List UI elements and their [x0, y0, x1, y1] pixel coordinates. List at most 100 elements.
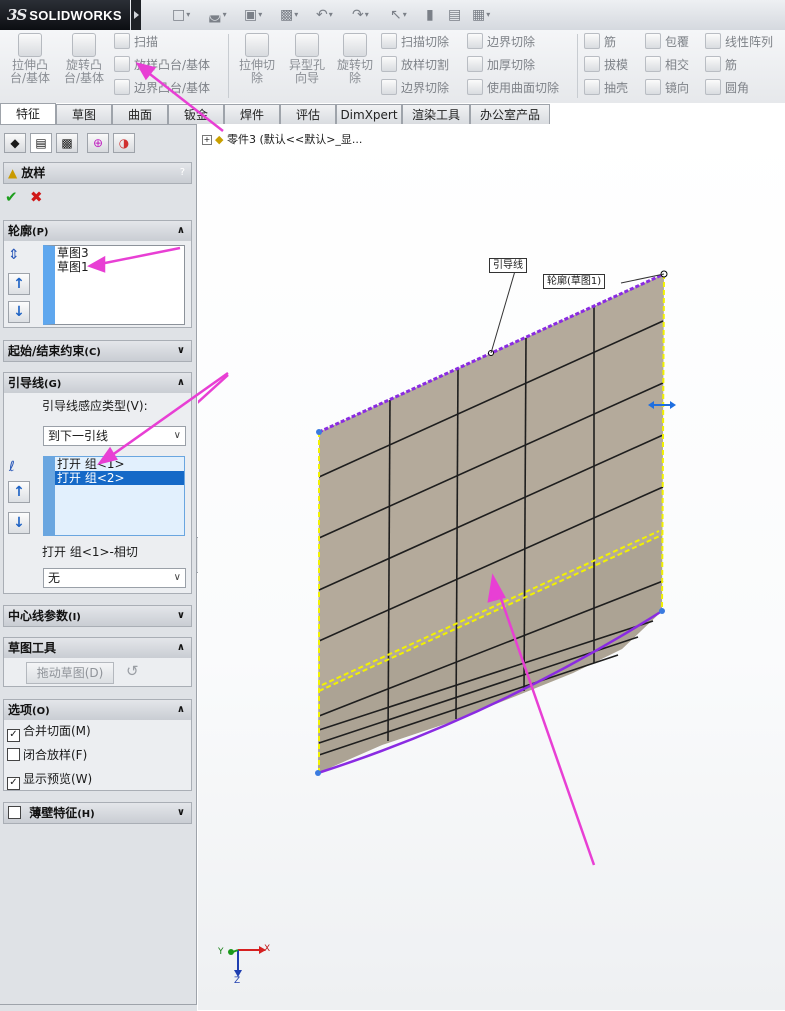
- collapse-icon[interactable]: ∧: [177, 373, 185, 393]
- tab-evaluate[interactable]: 评估: [280, 104, 336, 124]
- tab-office-products[interactable]: 办公室产品: [470, 104, 550, 124]
- move-down-button[interactable]: ↓: [8, 301, 30, 323]
- list-item[interactable]: 草图1: [55, 260, 184, 274]
- tab-render-tools[interactable]: 渲染工具: [402, 104, 470, 124]
- lofted-cut-button[interactable]: 放样切割: [381, 55, 449, 75]
- file-properties-icon[interactable]: ▤: [448, 5, 461, 25]
- rib-button-2[interactable]: 筋: [705, 55, 737, 75]
- print-icon[interactable]: ▩▾: [280, 5, 298, 25]
- hole-wizard-icon: [295, 33, 319, 57]
- save-icon[interactable]: ▣▾: [244, 5, 262, 25]
- move-down-button[interactable]: ↓: [8, 512, 30, 534]
- profile-callout[interactable]: 轮廓(草图1): [543, 274, 606, 289]
- tab-surfaces[interactable]: 曲面: [112, 104, 168, 124]
- list-item[interactable]: 草图3: [55, 246, 184, 260]
- swept-cut-button[interactable]: 扫描切除: [381, 32, 449, 52]
- merge-tangent-faces-checkbox[interactable]: ✓ 合并切面(M): [7, 722, 91, 742]
- revolved-cut-button[interactable]: 旋转切 除: [331, 33, 379, 85]
- thicken-cut-button[interactable]: 加厚切除: [467, 55, 535, 75]
- wrap-button[interactable]: 包覆: [645, 32, 689, 52]
- guide-influence-dropdown[interactable]: 到下一引线 ∨: [43, 426, 186, 446]
- surface-cut-button[interactable]: 使用曲面切除: [467, 78, 559, 98]
- rebuild-icon[interactable]: ▮: [426, 5, 434, 25]
- configuration-manager-tab-icon[interactable]: ▩: [56, 133, 78, 153]
- rib-button[interactable]: 筋: [584, 32, 616, 52]
- endpoint-marker[interactable]: [316, 429, 322, 435]
- boundary-boss-button[interactable]: 边界凸台/基体: [114, 78, 210, 98]
- revolved-boss-label: 旋转凸: [65, 58, 102, 72]
- display-manager-tab-icon[interactable]: ◑: [113, 133, 135, 153]
- start-end-header[interactable]: 起始/结束约束(C) ∨: [4, 341, 191, 361]
- collapse-icon[interactable]: ∧: [177, 638, 185, 658]
- thin-feature-header[interactable]: 薄壁特征(H) ∨: [4, 803, 191, 823]
- collapse-icon[interactable]: ∧: [177, 221, 185, 241]
- feature-manager-tab-icon[interactable]: ◆: [4, 133, 26, 153]
- move-up-button[interactable]: ↑: [8, 481, 30, 503]
- list-item[interactable]: 打开 组<1>: [55, 457, 184, 471]
- tab-sketch[interactable]: 草图: [56, 104, 112, 124]
- guides-list[interactable]: 打开 组<1> 打开 组<2>: [43, 456, 185, 536]
- property-manager-tab-icon[interactable]: ▤: [30, 133, 52, 153]
- centerline-header[interactable]: 中心线参数(I) ∨: [4, 606, 191, 626]
- shell-button[interactable]: 抽壳: [584, 78, 628, 98]
- endpoint-marker[interactable]: [659, 608, 665, 614]
- expand-icon[interactable]: ∨: [177, 803, 185, 823]
- draft-button[interactable]: 拔模: [584, 55, 628, 75]
- boundary-cut-button-2[interactable]: 边界切除: [467, 32, 535, 52]
- expand-icon[interactable]: ∨: [177, 341, 185, 361]
- boundary-cut-button[interactable]: 边界切除: [381, 78, 449, 98]
- loft-boss-label: 放样凸台/基体: [134, 58, 211, 72]
- options-header[interactable]: 选项(O) ∧: [4, 700, 191, 720]
- cancel-button[interactable]: ✖: [30, 188, 43, 206]
- sketch-tools-header[interactable]: 草图工具 ∧: [4, 638, 191, 658]
- solidworks-logo[interactable]: 3S SOLIDWORKS: [0, 0, 130, 30]
- ok-button[interactable]: ✔: [5, 188, 18, 206]
- new-file-icon[interactable]: □▾: [172, 5, 190, 25]
- checkbox-checked-icon: ✓: [7, 729, 20, 742]
- select-icon[interactable]: ↖▾: [390, 5, 407, 25]
- drag-sketch-button[interactable]: 拖动草图(D): [26, 662, 114, 684]
- expand-icon[interactable]: ∨: [177, 606, 185, 626]
- draft-label: 拔模: [604, 58, 629, 72]
- intersect-button[interactable]: 相交: [645, 55, 689, 75]
- redo-icon[interactable]: ↷▾: [352, 5, 369, 25]
- open-file-icon[interactable]: ◛▾: [208, 5, 227, 25]
- move-up-button[interactable]: ↑: [8, 273, 30, 295]
- help-icon[interactable]: ?: [180, 163, 185, 183]
- start-end-section: 起始/结束约束(C) ∨: [3, 340, 192, 362]
- undo-icon[interactable]: ↶▾: [316, 5, 333, 25]
- tab-dimxpert[interactable]: DimXpert: [336, 104, 402, 124]
- guides-header[interactable]: 引导线(G) ∧: [4, 373, 191, 393]
- close-loft-checkbox[interactable]: 闭合放样(F): [7, 746, 87, 764]
- profiles-list[interactable]: 草图3 草图1: [43, 245, 185, 325]
- tab-features[interactable]: 特征: [0, 103, 56, 125]
- endpoint-marker[interactable]: [315, 770, 321, 776]
- fillet-button[interactable]: 圆角: [705, 78, 749, 98]
- collapse-icon[interactable]: ∧: [177, 700, 185, 720]
- tab-sheet-metal[interactable]: 钣金: [168, 104, 224, 124]
- extruded-boss-button[interactable]: 拉伸凸 台/基体: [6, 33, 54, 85]
- show-preview-checkbox[interactable]: ✓ 显示预览(W): [7, 770, 92, 790]
- extruded-cut-button[interactable]: 拉伸切 除: [233, 33, 281, 85]
- revolved-boss-button[interactable]: 旋转凸 台/基体: [60, 33, 108, 85]
- graphics-area[interactable]: + ◆ 零件3 (默认<<默认>_显... 引导线 轮廓(草图1) X Y Z: [198, 125, 785, 1010]
- hole-wizard-button[interactable]: 异型孔 向导: [283, 33, 331, 85]
- loft-title-bar: ▲ 放样 ?: [3, 162, 192, 184]
- loft-boss-button[interactable]: 放样凸台/基体: [114, 55, 210, 75]
- undo-sketch-drag-icon[interactable]: ↺: [126, 662, 139, 680]
- tab-weldments[interactable]: 焊件: [224, 104, 280, 124]
- sweep-button[interactable]: 扫描: [114, 32, 158, 52]
- thin-feature-checkbox[interactable]: [8, 806, 21, 819]
- guide-tangency-label: 打开 组<1>-相切: [42, 545, 138, 559]
- menu-expand-arrow-icon[interactable]: [131, 0, 141, 30]
- guide-tangency-dropdown[interactable]: 无 ∨: [43, 568, 186, 588]
- guide-callout[interactable]: 引导线: [489, 258, 527, 273]
- dimxpert-manager-tab-icon[interactable]: ⊕: [87, 133, 109, 153]
- options-icon[interactable]: ▦▾: [472, 5, 490, 25]
- guide-tangency-value: 无: [48, 571, 61, 585]
- list-item[interactable]: 打开 组<2>: [55, 471, 184, 485]
- surface-cut-label: 使用曲面切除: [487, 81, 560, 95]
- linear-pattern-button[interactable]: 线性阵列: [705, 32, 773, 52]
- mirror-button[interactable]: 镜向: [645, 78, 689, 98]
- profiles-header[interactable]: 轮廓(P) ∧: [4, 221, 191, 241]
